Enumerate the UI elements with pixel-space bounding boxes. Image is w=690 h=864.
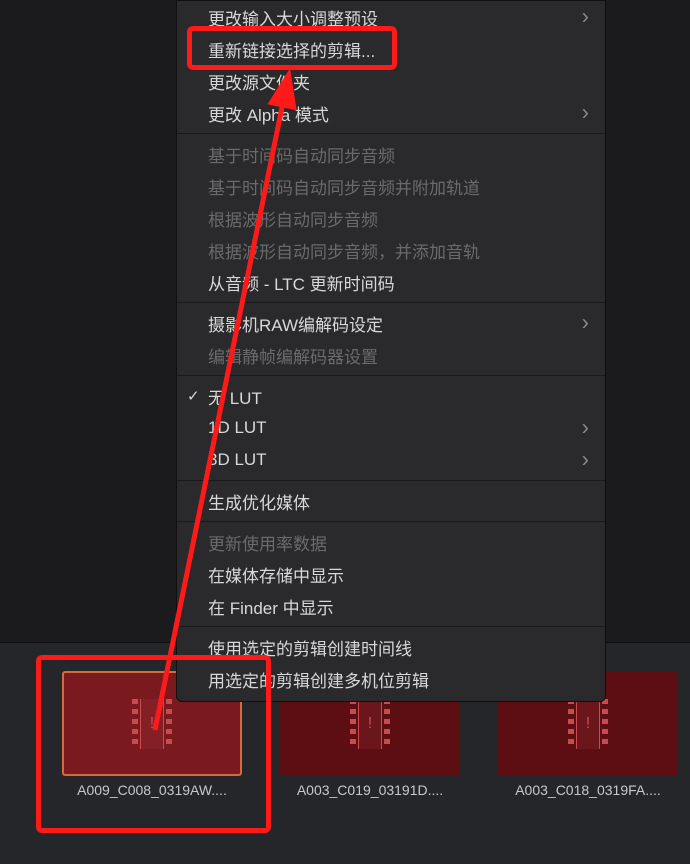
- menu-separator: [177, 521, 605, 522]
- menu-item[interactable]: 使用选定的剪辑创建时间线: [177, 631, 605, 663]
- menu-item: 根据波形自动同步音频: [177, 202, 605, 234]
- menu-separator: [177, 626, 605, 627]
- menu-item[interactable]: 3D LUT: [177, 444, 605, 476]
- menu-item[interactable]: 生成优化媒体: [177, 485, 605, 517]
- menu-separator: [177, 375, 605, 376]
- menu-separator: [177, 302, 605, 303]
- menu-item: 更新使用率数据: [177, 526, 605, 558]
- menu-item[interactable]: 更改输入大小调整预设: [177, 1, 605, 33]
- menu-item[interactable]: 重新链接选择的剪辑...: [177, 33, 605, 65]
- menu-item[interactable]: 摄影机RAW编解码设定: [177, 307, 605, 339]
- menu-item: 根据波形自动同步音频，并添加音轨: [177, 234, 605, 266]
- menu-item[interactable]: 在 Finder 中显示: [177, 590, 605, 622]
- menu-item[interactable]: 更改 Alpha 模式: [177, 97, 605, 129]
- clip-label: A003_C019_03191D....: [280, 782, 460, 798]
- menu-separator: [177, 133, 605, 134]
- offline-media-icon: !: [132, 699, 172, 749]
- offline-media-icon: !: [350, 699, 390, 749]
- clip-label: A003_C018_0319FA....: [498, 782, 678, 798]
- menu-item[interactable]: 用选定的剪辑创建多机位剪辑: [177, 663, 605, 695]
- check-icon: ✓: [187, 387, 200, 405]
- menu-item[interactable]: 从音频 - LTC 更新时间码: [177, 266, 605, 298]
- menu-item[interactable]: 更改源文件夹: [177, 65, 605, 97]
- menu-item[interactable]: ✓无 LUT: [177, 380, 605, 412]
- context-menu: 更改输入大小调整预设重新链接选择的剪辑...更改源文件夹更改 Alpha 模式基…: [176, 0, 606, 702]
- clip-label: A009_C008_0319AW....: [62, 782, 242, 798]
- menu-separator: [177, 480, 605, 481]
- menu-item[interactable]: 1D LUT: [177, 412, 605, 444]
- menu-item: 编辑静帧编解码器设置: [177, 339, 605, 371]
- menu-item: 基于时间码自动同步音频并附加轨道: [177, 170, 605, 202]
- menu-item: 基于时间码自动同步音频: [177, 138, 605, 170]
- offline-media-icon: !: [568, 699, 608, 749]
- menu-item[interactable]: 在媒体存储中显示: [177, 558, 605, 590]
